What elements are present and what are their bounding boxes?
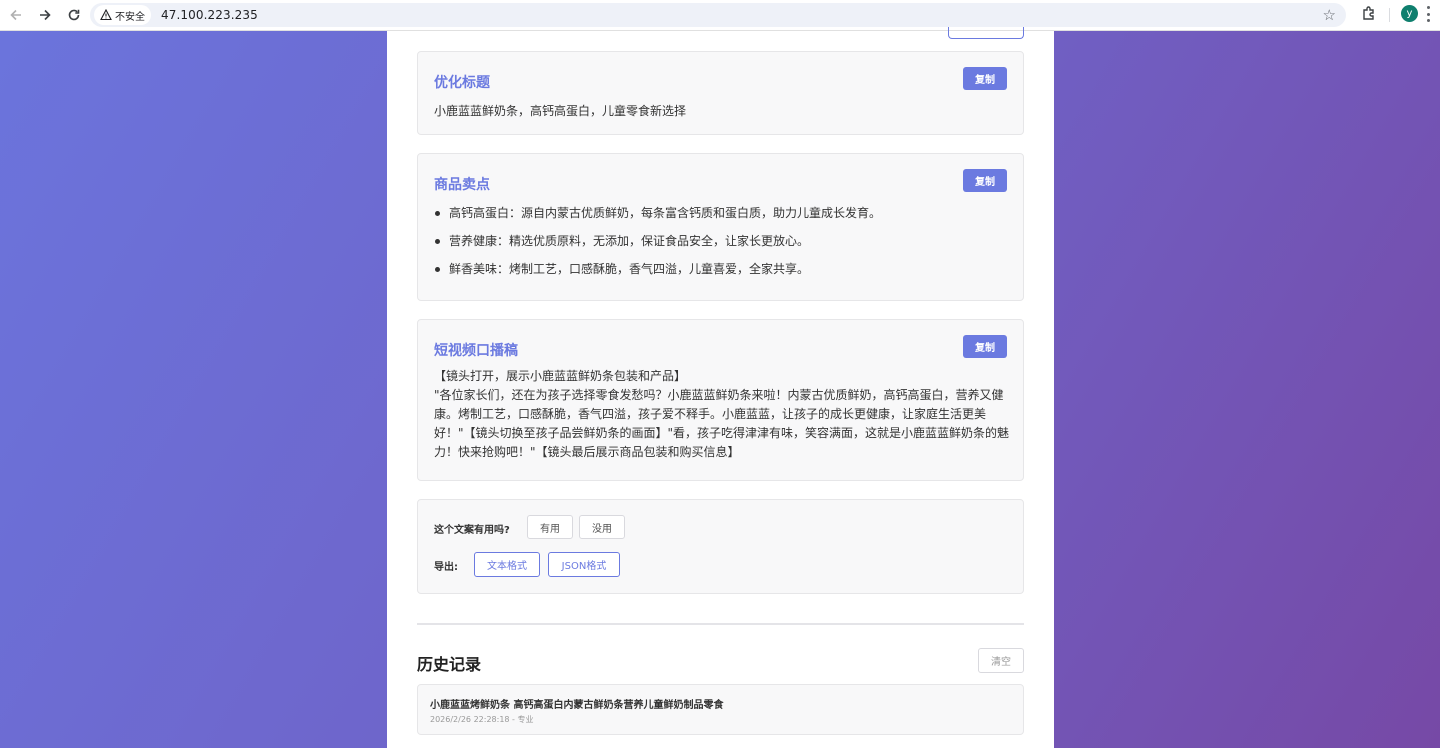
history-item[interactable]: 小鹿蓝蓝烤鲜奶条 高钙高蛋白内蒙古鲜奶条营养儿童鲜奶制品零食 2026/2/26…	[417, 684, 1024, 735]
security-indicator[interactable]: 不安全	[94, 5, 151, 25]
url-text: 47.100.223.235	[161, 8, 258, 22]
export-json-button[interactable]: JSON格式	[548, 552, 620, 577]
more-menu-icon[interactable]	[1426, 6, 1430, 22]
copy-title-button[interactable]: 复制	[963, 67, 1007, 90]
security-label: 不安全	[115, 11, 145, 23]
top-button-fragment[interactable]	[948, 27, 1024, 39]
bookmark-star-icon[interactable]: ☆	[1323, 6, 1336, 24]
copy-script-button[interactable]: 复制	[963, 335, 1007, 358]
selling-point-item: 鲜香美味：烤制工艺，口感酥脆，香气四溢，儿童喜爱，全家共享。	[434, 261, 881, 289]
history-item-meta: 2026/2/26 22:28:18 - 专业	[430, 715, 534, 724]
card-heading: 短视频口播稿	[434, 343, 518, 359]
section-divider	[417, 623, 1024, 625]
useless-button[interactable]: 没用	[579, 515, 625, 539]
selling-point-item: 营养健康：精选优质原料，无添加，保证食品安全，让家长更放心。	[434, 233, 881, 261]
script-text: 【镜头打开，展示小鹿蓝蓝鲜奶条包装和产品】 "各位家长们，还在为孩子选择零食发愁…	[434, 367, 1012, 462]
feedback-card: 这个文案有用吗? 有用 没用 导出: 文本格式 JSON格式	[417, 499, 1024, 594]
script-line: 【镜头打开，展示小鹿蓝蓝鲜奶条包装和产品】	[434, 369, 687, 383]
clear-history-button[interactable]: 清空	[978, 648, 1024, 673]
script-body: "各位家长们，还在为孩子选择零食发愁吗？小鹿蓝蓝鲜奶条来啦！内蒙古优质鲜奶，高钙…	[434, 388, 1010, 459]
card-heading: 商品卖点	[434, 177, 490, 193]
video-script-card: 短视频口播稿 复制 【镜头打开，展示小鹿蓝蓝鲜奶条包装和产品】 "各位家长们，还…	[417, 319, 1024, 481]
copy-selling-points-button[interactable]: 复制	[963, 169, 1007, 192]
selling-points-list: 高钙高蛋白：源自内蒙古优质鲜奶，每条富含钙质和蛋白质，助力儿童成长发育。 营养健…	[434, 205, 881, 289]
page-viewport: 优化标题 复制 小鹿蓝蓝鲜奶条，高钙高蛋白，儿童零食新选择 商品卖点 复制 高钙…	[0, 27, 1440, 748]
toolbar-divider	[1389, 8, 1390, 22]
optimized-title-text: 小鹿蓝蓝鲜奶条，高钙高蛋白，儿童零食新选择	[434, 104, 687, 118]
export-label: 导出:	[434, 562, 458, 573]
history-heading: 历史记录	[417, 655, 482, 674]
main-container: 优化标题 复制 小鹿蓝蓝鲜奶条，高钙高蛋白，儿童零食新选择 商品卖点 复制 高钙…	[387, 27, 1054, 748]
feedback-question: 这个文案有用吗?	[434, 525, 510, 536]
extensions-icon[interactable]	[1359, 4, 1379, 24]
forward-icon[interactable]	[32, 2, 58, 28]
selling-point-item: 高钙高蛋白：源自内蒙古优质鲜奶，每条富含钙质和蛋白质，助力儿童成长发育。	[434, 205, 881, 233]
back-icon[interactable]	[3, 2, 29, 28]
reload-icon[interactable]	[61, 2, 87, 28]
address-bar[interactable]: 不安全 47.100.223.235 ☆	[90, 3, 1346, 27]
optimized-title-card: 优化标题 复制 小鹿蓝蓝鲜奶条，高钙高蛋白，儿童零食新选择	[417, 51, 1024, 135]
selling-points-card: 商品卖点 复制 高钙高蛋白：源自内蒙古优质鲜奶，每条富含钙质和蛋白质，助力儿童成…	[417, 153, 1024, 301]
history-item-title: 小鹿蓝蓝烤鲜奶条 高钙高蛋白内蒙古鲜奶条营养儿童鲜奶制品零食	[430, 700, 724, 711]
warning-icon	[100, 9, 112, 21]
export-text-button[interactable]: 文本格式	[474, 552, 540, 577]
card-heading: 优化标题	[434, 75, 490, 91]
profile-avatar[interactable]: y	[1401, 5, 1418, 22]
browser-toolbar: 不安全 47.100.223.235 ☆ y	[0, 0, 1440, 31]
useful-button[interactable]: 有用	[527, 515, 573, 539]
